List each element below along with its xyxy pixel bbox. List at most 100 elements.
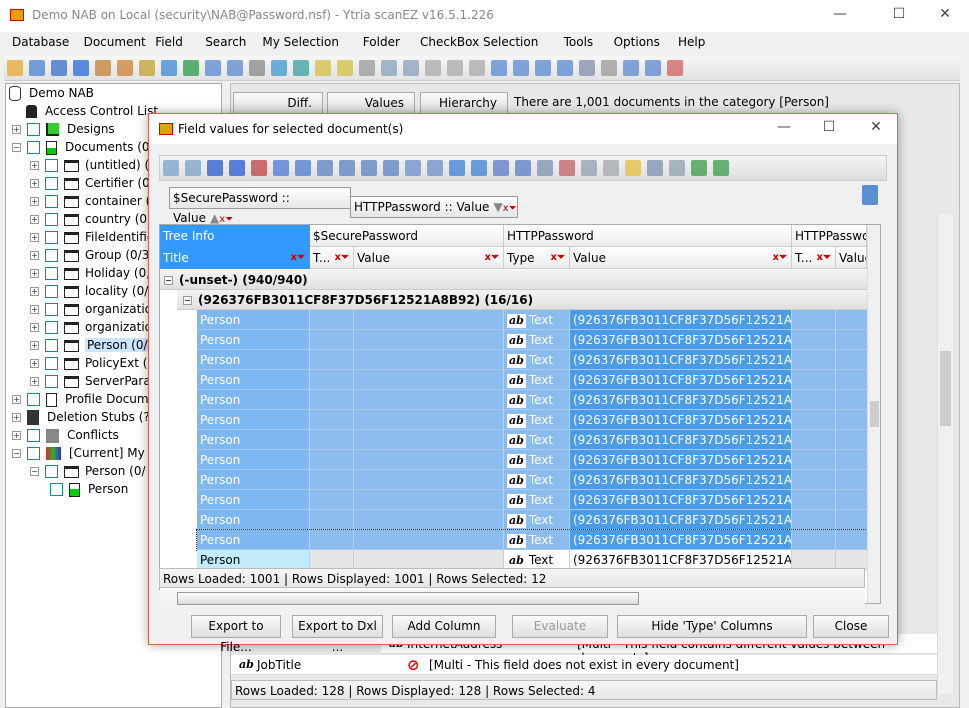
tree-item[interactable]: + Designs bbox=[12, 120, 115, 138]
menu-search[interactable]: Search bbox=[205, 35, 246, 49]
group-row[interactable]: − (-unset-) (940/940) bbox=[160, 270, 867, 290]
minimize-button[interactable]: — bbox=[825, 6, 855, 26]
checkbox[interactable] bbox=[50, 483, 63, 496]
expand-icon[interactable]: − bbox=[30, 467, 39, 476]
checkbox[interactable] bbox=[45, 267, 58, 280]
toolbar-icon[interactable] bbox=[337, 60, 353, 76]
table-row[interactable]: Person ab Text (926376FB3011CF8F37D56F12521… bbox=[197, 510, 876, 530]
table-row[interactable]: Person ab Text (926376FB3011CF8F37D56F12521… bbox=[197, 330, 876, 350]
tree-item[interactable]: − [Current] My Se bbox=[12, 444, 164, 462]
horizontal-scrollbar[interactable] bbox=[159, 590, 865, 607]
tree-item[interactable]: + Person (0/ bbox=[30, 336, 150, 354]
toolbar-icon[interactable] bbox=[295, 160, 311, 176]
toolbar-icon[interactable] bbox=[405, 160, 421, 176]
expand-icon[interactable]: + bbox=[30, 161, 39, 170]
collapse-icon[interactable]: − bbox=[164, 276, 173, 285]
tree-item[interactable]: + Deletion Stubs (?? bbox=[12, 408, 156, 426]
expand-icon[interactable]: + bbox=[30, 179, 39, 188]
hide-type-columns-button[interactable]: Hide 'Type' Columns bbox=[617, 615, 807, 638]
toolbar-icon[interactable] bbox=[117, 60, 133, 76]
grid-vertical-scrollbar[interactable] bbox=[867, 225, 880, 603]
toolbar-icon[interactable] bbox=[647, 160, 663, 176]
expand-icon[interactable]: + bbox=[30, 323, 39, 332]
toolbar-icon[interactable] bbox=[515, 160, 531, 176]
toolbar-icon[interactable] bbox=[229, 160, 245, 176]
expand-icon[interactable]: + bbox=[30, 341, 39, 350]
toolbar-icon[interactable] bbox=[139, 60, 155, 76]
toolbar-icon[interactable] bbox=[603, 160, 619, 176]
tree-item[interactable]: + ServerParar bbox=[30, 372, 156, 390]
checkbox[interactable] bbox=[45, 195, 58, 208]
toolbar-icon[interactable] bbox=[581, 160, 597, 176]
menu-options[interactable]: Options bbox=[614, 35, 660, 49]
tree-item[interactable]: + (untitled) ( bbox=[30, 156, 149, 174]
toolbar-icon[interactable] bbox=[513, 60, 529, 76]
table-row[interactable]: Person ab Text (926376FB3011CF8F37D56F12521… bbox=[197, 470, 876, 490]
table-row[interactable]: Person ab Text (926376FB3011CF8F37D56F12521… bbox=[197, 350, 876, 370]
tree-item[interactable]: + locality (0/ bbox=[30, 282, 148, 300]
toolbar-icon[interactable] bbox=[713, 160, 729, 176]
toolbar-icon[interactable] bbox=[625, 160, 641, 176]
table-row[interactable]: Person ab Text (926376FB3011CF8F37D56F12521… bbox=[197, 390, 876, 410]
menu-document[interactable]: Document bbox=[84, 35, 146, 49]
column-header-t[interactable]: T... x⏷ bbox=[310, 247, 354, 269]
sort-chip[interactable]: HTTPPassword :: Value ▼x⏷ bbox=[350, 196, 518, 218]
table-row[interactable]: Person ab Text (926376FB3011CF8F37D56F12521… bbox=[197, 310, 876, 330]
menu-checkbox-selection[interactable]: CheckBox Selection bbox=[420, 35, 538, 49]
table-row[interactable]: Person ab Text (926376FB3011CF8F37D56F12521… bbox=[197, 490, 876, 510]
toolbar-icon[interactable] bbox=[163, 160, 179, 176]
toolbar-icon[interactable] bbox=[271, 60, 287, 76]
toolbar-icon[interactable] bbox=[273, 160, 289, 176]
tree-item[interactable]: − Documents (0/ bbox=[12, 138, 154, 156]
toolbar-icon[interactable] bbox=[469, 60, 485, 76]
tree-item[interactable]: + country (0, bbox=[30, 210, 151, 228]
checkbox[interactable] bbox=[45, 177, 58, 190]
diff-button[interactable]: Diff. bbox=[233, 92, 323, 115]
checkbox[interactable] bbox=[45, 465, 58, 478]
toolbar-icon[interactable] bbox=[29, 60, 45, 76]
toolbar-icon[interactable] bbox=[251, 160, 267, 176]
values-button[interactable]: Values bbox=[327, 92, 415, 115]
toolbar-icon[interactable] bbox=[383, 160, 399, 176]
menu-field[interactable]: Field bbox=[155, 35, 183, 49]
column-header-value[interactable]: Value bbox=[836, 247, 867, 269]
toolbar-icon[interactable] bbox=[691, 160, 707, 176]
tree-item[interactable]: Access Control List bbox=[26, 102, 158, 120]
dialog-maximize-button[interactable]: ☐ bbox=[814, 119, 844, 139]
filter-icon[interactable]: x⏷ bbox=[817, 247, 831, 268]
expand-icon[interactable]: + bbox=[12, 431, 21, 440]
toolbar-icon[interactable] bbox=[315, 60, 331, 76]
group-row[interactable]: − (926376FB3011CF8F37D56F12521A8B92) (16/… bbox=[177, 290, 867, 310]
expand-icon[interactable]: − bbox=[12, 143, 21, 152]
table-row[interactable]: Person ab Text (926376FB3011CF8F37D56F12521… bbox=[196, 529, 876, 551]
checkbox[interactable] bbox=[27, 393, 40, 406]
filter-icon[interactable]: x⏷ bbox=[551, 247, 565, 268]
menu-help[interactable]: Help bbox=[678, 35, 705, 49]
toolbar-icon[interactable] bbox=[161, 60, 177, 76]
table-row[interactable]: Person ab Text (926376FB3011CF8F37D56F12521… bbox=[197, 370, 876, 390]
toolbar-icon[interactable] bbox=[493, 160, 509, 176]
toolbar-icon[interactable] bbox=[427, 160, 443, 176]
toolbar-icon[interactable] bbox=[491, 60, 507, 76]
expand-icon[interactable]: + bbox=[30, 233, 39, 242]
export-to-file-button[interactable]: Export to File... bbox=[191, 615, 281, 654]
hierarchy-button[interactable]: Hierarchy bbox=[420, 92, 508, 115]
scroll-thumb[interactable] bbox=[177, 592, 639, 605]
collapse-icon[interactable]: − bbox=[183, 296, 192, 305]
toolbar-icon[interactable] bbox=[623, 60, 639, 76]
toolbar-icon[interactable] bbox=[579, 60, 595, 76]
dialog-close-button[interactable]: ✕ bbox=[861, 119, 891, 139]
tree-item[interactable]: + organizatio bbox=[30, 300, 152, 318]
checkbox[interactable] bbox=[45, 357, 58, 370]
export-to-dxl-button[interactable]: Export to Dxl ... bbox=[292, 615, 383, 654]
toolbar-icon[interactable] bbox=[249, 60, 265, 76]
toolbar-icon[interactable] bbox=[361, 160, 377, 176]
expand-icon[interactable]: + bbox=[30, 359, 39, 368]
tree-item[interactable]: Person bbox=[50, 480, 128, 498]
toolbar-icon[interactable] bbox=[183, 60, 199, 76]
expand-icon[interactable]: + bbox=[30, 251, 39, 260]
filter-icon[interactable]: x⏷ bbox=[291, 247, 305, 268]
toolbar-icon[interactable] bbox=[207, 160, 223, 176]
checkbox[interactable] bbox=[45, 159, 58, 172]
trash-icon[interactable] bbox=[862, 185, 878, 205]
